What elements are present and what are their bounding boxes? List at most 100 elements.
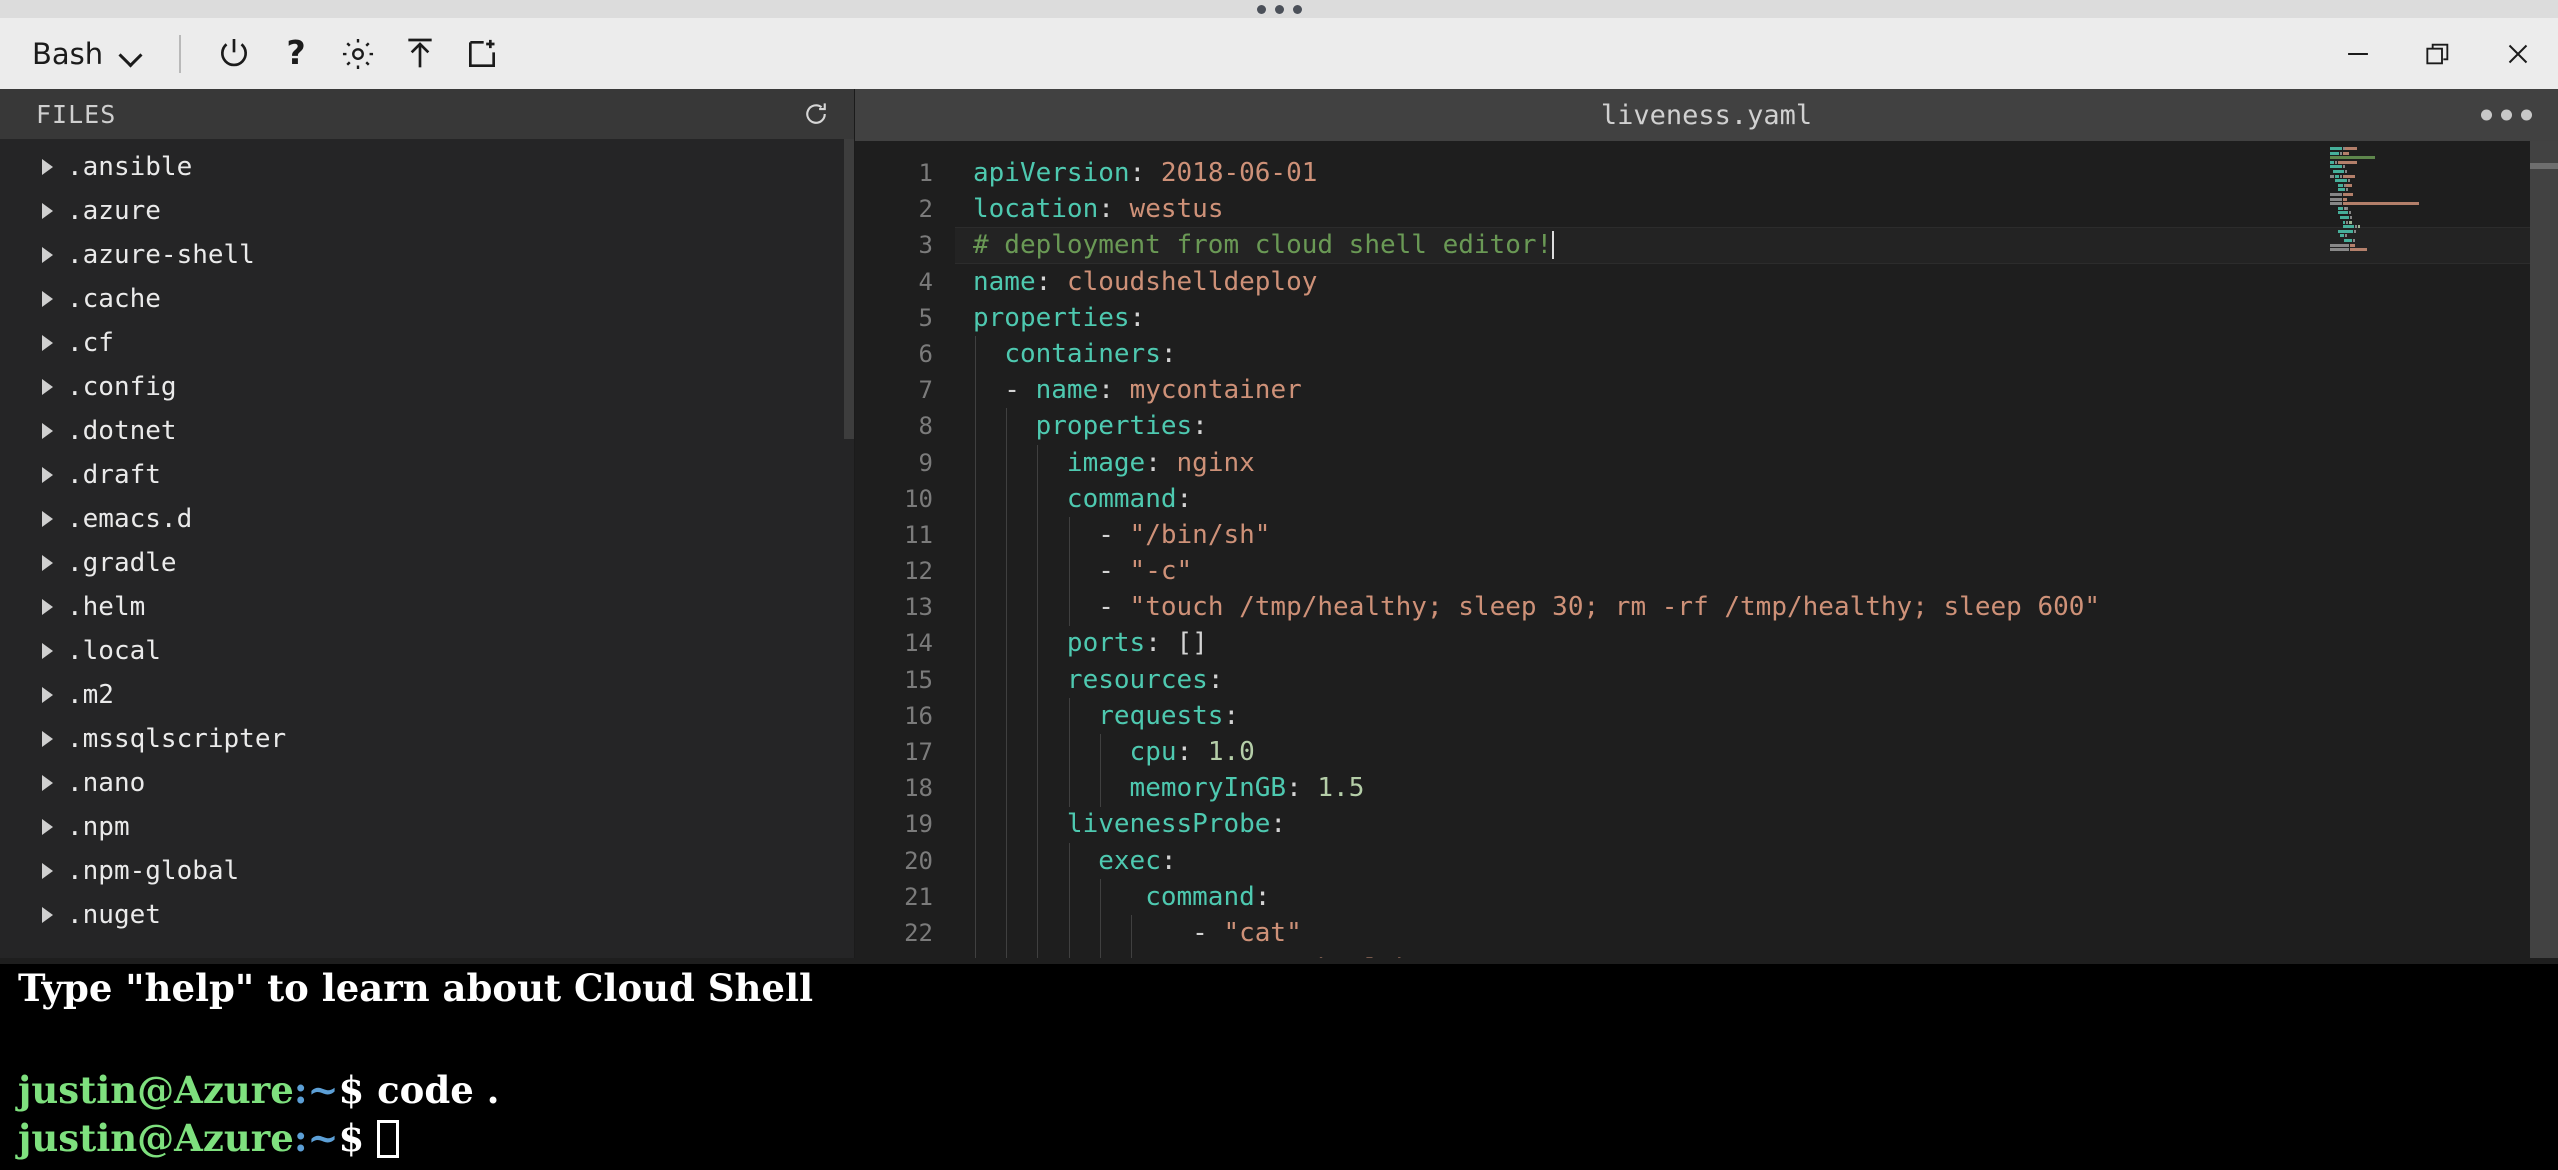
code-line[interactable]: exec: [955,843,2558,879]
sidebar-scrollbar-thumb[interactable] [844,139,854,439]
code-line[interactable]: location: westus [955,191,2558,227]
chevron-right-icon [42,247,53,263]
code-token: 1.0 [1207,737,1255,767]
code-token: : [1098,375,1114,406]
code-line[interactable]: resources: [955,662,2558,698]
code-token: requests [1098,700,1224,731]
file-tree-item[interactable]: .cache [0,277,854,321]
code-line[interactable]: - "cat" [955,915,2558,951]
file-tree-item[interactable]: .nuget [0,893,854,937]
more-actions-icon[interactable] [2481,109,2532,121]
code-line[interactable]: apiVersion: 2018-06-01 [955,155,2558,191]
code-line[interactable]: - "/tmp/healthy" [955,951,2558,958]
code-token: image [1066,447,1146,478]
code-line[interactable]: - name: mycontainer [955,372,2558,408]
upload-icon[interactable] [389,23,451,85]
code-line[interactable]: - "touch /tmp/healthy; sleep 30; rm -rf … [955,589,2558,625]
code-line[interactable]: properties: [955,408,2558,444]
code-line[interactable]: name: cloudshelldeploy [955,264,2558,300]
terminal-panel[interactable]: Type "help" to learn about Cloud Shell j… [0,958,2558,1170]
code-token: resources [1066,664,1208,695]
code-line[interactable]: livenessProbe: [955,806,2558,842]
chevron-right-icon [42,203,53,219]
code-token: command [1145,881,1255,912]
minimize-button[interactable] [2318,18,2398,89]
restore-button[interactable] [2398,18,2478,89]
terminal-path: :~ [293,1068,339,1112]
file-tree-item[interactable]: .emacs.d [0,497,854,541]
file-tree-item[interactable]: .mssqlscripter [0,717,854,761]
code-line[interactable]: image: nginx [955,445,2558,481]
file-tree-item[interactable]: .local [0,629,854,673]
text-cursor [1552,231,1555,260]
code-line[interactable]: properties: [955,300,2558,336]
line-number: 6 [918,339,933,368]
shell-type-selector[interactable]: Bash [24,33,151,75]
file-tree-item[interactable]: .config [0,365,854,409]
shell-type-label: Bash [32,36,104,71]
code-token: name [1035,375,1099,406]
code-line[interactable]: - "-c" [955,553,2558,589]
terminal-line: justin@Azure:~$ [0,1114,2558,1162]
editor-content-area[interactable]: 1234567891011121314151617181920212223 ap… [855,141,2558,958]
code-token: "touch /tmp/healthy; sleep 30; rm -rf /t… [1129,592,2101,623]
file-tree-item-label: .emacs.d [67,504,193,534]
code-token: name [973,266,1036,297]
line-number: 15 [904,665,933,694]
gear-icon[interactable] [327,23,389,85]
line-number: 10 [904,484,933,513]
file-tree-item[interactable]: .gradle [0,541,854,585]
file-tree-item[interactable]: .npm-global [0,849,854,893]
code-line[interactable]: requests: [955,698,2558,734]
file-tree-item[interactable]: .azure [0,189,854,233]
code-lines[interactable]: apiVersion: 2018-06-01 location: westus # … [955,155,2558,958]
editor-workspace: FILES .ansible .azure .azure-shell .cache .c… [0,89,2558,958]
file-tree-item[interactable]: .npm [0,805,854,849]
line-number: 21 [904,882,933,911]
code-line[interactable]: command: [955,879,2558,915]
file-explorer-title: FILES [36,99,117,129]
file-tree-item[interactable]: .cf [0,321,854,365]
code-token: location [973,194,1099,225]
file-tree-item[interactable]: .m2 [0,673,854,717]
help-icon[interactable]: ? [265,23,327,85]
code-line[interactable]: containers: [955,336,2558,372]
line-number-gutter: 1234567891011121314151617181920212223 [855,141,955,958]
chevron-right-icon [42,467,53,483]
sidebar-scrollbar[interactable] [844,139,854,958]
file-tree[interactable]: .ansible .azure .azure-shell .cache .cf .conf… [0,139,854,958]
file-tree-item[interactable]: .dotnet [0,409,854,453]
editor-scrollbar-thumb[interactable] [2530,163,2558,169]
code-line[interactable]: - "/bin/sh" [955,517,2558,553]
file-tree-item[interactable]: .ansible [0,145,854,189]
file-tree-item[interactable]: .azure-shell [0,233,854,277]
new-file-icon[interactable] [451,23,513,85]
code-token: nginx [1176,447,1255,478]
file-tree-item-label: .cf [67,328,114,358]
editor-title-bar: liveness.yaml [855,89,2558,141]
code-line[interactable]: ports: [] [955,625,2558,661]
file-tree-item[interactable]: .helm [0,585,854,629]
refresh-icon[interactable] [796,94,836,134]
line-number: 1 [918,159,933,187]
file-tree-item-label: .cache [67,284,161,314]
code-line[interactable]: memoryInGB: 1.5 [955,770,2558,806]
chevron-right-icon [42,819,53,835]
code-line[interactable]: command: [955,481,2558,517]
file-tree-item[interactable]: .nano [0,761,854,805]
power-icon[interactable] [203,23,265,85]
code-line[interactable]: # deployment from cloud shell editor! [955,227,2558,264]
close-button[interactable] [2478,18,2558,89]
code-surface[interactable]: apiVersion: 2018-06-01 location: westus # … [955,141,2558,958]
file-tree-item[interactable]: .draft [0,453,854,497]
code-line[interactable]: cpu: 1.0 [955,734,2558,770]
editor-scrollbar[interactable] [2530,141,2558,958]
window-drag-handle[interactable] [0,0,2558,18]
dot [2501,109,2512,121]
code-token: memoryInGB [1129,773,1287,804]
drag-dot [1274,4,1284,14]
